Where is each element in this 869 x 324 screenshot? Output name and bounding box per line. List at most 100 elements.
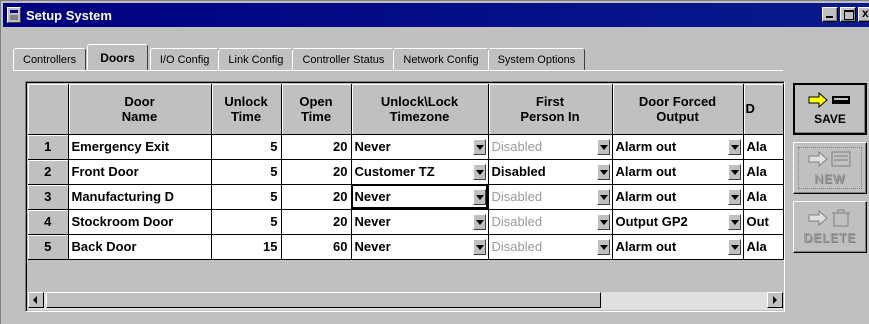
tab-controller-status[interactable]: Controller Status [292, 48, 395, 70]
column-header-timezone[interactable]: Unlock\Lock Timezone [351, 84, 489, 135]
column-header-truncated[interactable]: D [743, 84, 784, 135]
new-label: NEW [814, 172, 846, 187]
horizontal-scrollbar[interactable] [28, 292, 783, 310]
open-time-cell[interactable]: 60 [281, 234, 352, 260]
chevron-down-icon[interactable] [727, 188, 741, 205]
door-name-cell-text: Manufacturing D [71, 189, 175, 204]
delete-icon [808, 209, 852, 227]
tab-link-config[interactable]: Link Config [218, 48, 294, 70]
chevron-down-icon[interactable] [472, 138, 486, 155]
door-name-cell[interactable]: Manufacturing D [68, 184, 212, 210]
tab-doors[interactable]: Doors [87, 44, 148, 70]
timezone-dropdown[interactable]: Never [351, 209, 489, 235]
unlock-time-cell[interactable]: 5 [211, 159, 282, 185]
chevron-down-icon[interactable] [472, 163, 486, 180]
row-number-text: 3 [44, 189, 52, 204]
chevron-down-icon[interactable] [727, 163, 741, 180]
first-person-in-dropdown[interactable]: Disabled [488, 234, 613, 260]
timezone-dropdown[interactable]: Never [351, 234, 489, 260]
grid-empty-area [28, 262, 784, 290]
column-header-door-name[interactable]: Door Name [68, 84, 212, 135]
chevron-down-icon[interactable] [472, 188, 486, 205]
title-bar[interactable]: Setup System [3, 3, 869, 27]
open-time-cell-text: 60 [333, 239, 348, 254]
chevron-down-icon[interactable] [596, 138, 610, 155]
unlock-time-cell[interactable]: 5 [211, 184, 282, 210]
tab-system-options[interactable]: System Options [487, 48, 586, 70]
door-name-cell[interactable]: Emergency Exit [68, 134, 212, 160]
door-forced-output-dropdown[interactable]: Alarm out [612, 234, 744, 260]
door-forced-output-dropdown[interactable]: Alarm out [612, 184, 744, 210]
row-number[interactable]: 3 [28, 184, 69, 210]
table-row[interactable]: 4 Stockroom Door 5 20 Never Disabled Output GP… [28, 209, 784, 235]
chevron-down-icon[interactable] [727, 213, 741, 230]
row-number-text: 4 [44, 214, 52, 229]
unlock-time-cell[interactable]: 5 [211, 209, 282, 235]
scrollbar-thumb[interactable] [46, 292, 601, 308]
chevron-down-icon[interactable] [472, 213, 486, 230]
door-name-cell[interactable]: Stockroom Door [68, 209, 212, 235]
door-name-cell[interactable]: Back Door [68, 234, 212, 260]
timezone-dropdown[interactable]: Never [351, 184, 489, 210]
row-number[interactable]: 2 [28, 159, 69, 185]
corner-header[interactable] [28, 84, 69, 135]
tab-controllers[interactable]: Controllers [13, 48, 87, 70]
unlock-time-cell[interactable]: 5 [211, 134, 282, 160]
truncated-column-cell[interactable]: Ala [743, 234, 784, 260]
setup-system-window: Setup System Controllers Doors I/O Confi… [0, 0, 869, 324]
door-forced-output-dropdown[interactable]: Alarm out [612, 159, 744, 185]
chevron-down-icon[interactable] [596, 163, 610, 180]
scroll-left-icon[interactable] [28, 292, 44, 308]
delete-button[interactable]: DELETE [793, 201, 867, 253]
maximize-icon[interactable] [840, 7, 856, 22]
doors-grid[interactable]: Door Name Unlock Time Open Time Unlock\L… [25, 81, 785, 312]
new-button[interactable]: NEW [793, 142, 867, 194]
chevron-down-icon[interactable] [596, 238, 610, 255]
first-person-in-dropdown[interactable]: Disabled [488, 209, 613, 235]
truncated-column-cell[interactable]: Ala [743, 159, 784, 185]
truncated-column-cell[interactable]: Ala [743, 134, 784, 160]
window-title: Setup System [26, 7, 112, 23]
open-time-cell[interactable]: 20 [281, 159, 352, 185]
timezone-dropdown[interactable]: Never [351, 134, 489, 160]
first-person-in-dropdown-text: Disabled [491, 164, 546, 179]
door-name-cell[interactable]: Front Door [68, 159, 212, 185]
minimize-icon[interactable] [822, 7, 838, 22]
save-button[interactable]: SAVE [793, 83, 867, 135]
column-header-door-forced-output[interactable]: Door Forced Output [612, 84, 744, 135]
tab-network-config[interactable]: Network Config [393, 48, 489, 70]
chevron-down-icon[interactable] [596, 213, 610, 230]
scroll-right-icon[interactable] [767, 292, 783, 308]
row-number[interactable]: 4 [28, 209, 69, 235]
door-name-cell-text: Back Door [71, 239, 137, 254]
unlock-time-cell[interactable]: 15 [211, 234, 282, 260]
table-row[interactable]: 3 Manufacturing D 5 20 Never Disabled Alarm ou… [28, 184, 784, 210]
chevron-down-icon[interactable] [472, 238, 486, 255]
column-header-first-person-in[interactable]: First Person In [488, 84, 613, 135]
truncated-column-cell[interactable]: Out [743, 209, 784, 235]
first-person-in-dropdown[interactable]: Disabled [488, 159, 613, 185]
truncated-column-cell-text: Out [746, 214, 769, 229]
table-row[interactable]: 2 Front Door 5 20 Customer TZ Disabled Alarm o… [28, 159, 784, 185]
column-header-unlock-time[interactable]: Unlock Time [211, 84, 282, 135]
row-number[interactable]: 5 [28, 234, 69, 260]
open-time-cell[interactable]: 20 [281, 134, 352, 160]
close-icon[interactable] [858, 6, 869, 22]
first-person-in-dropdown[interactable]: Disabled [488, 134, 613, 160]
open-time-cell[interactable]: 20 [281, 184, 352, 210]
table-row[interactable]: 5 Back Door 15 60 Never Disabled Alarm out Ala [28, 234, 784, 260]
first-person-in-dropdown[interactable]: Disabled [488, 184, 613, 210]
chevron-down-icon[interactable] [596, 188, 610, 205]
table-row[interactable]: 1 Emergency Exit 5 20 Never Disabled Alarm out… [28, 134, 784, 160]
chevron-down-icon[interactable] [727, 238, 741, 255]
unlock-time-cell-text: 15 [263, 239, 278, 254]
row-number[interactable]: 1 [28, 134, 69, 160]
column-header-open-time[interactable]: Open Time [281, 84, 352, 135]
truncated-column-cell[interactable]: Ala [743, 184, 784, 210]
tab-io-config[interactable]: I/O Config [149, 48, 220, 70]
door-forced-output-dropdown[interactable]: Alarm out [612, 134, 744, 160]
timezone-dropdown[interactable]: Customer TZ [351, 159, 489, 185]
door-forced-output-dropdown[interactable]: Output GP2 [612, 209, 744, 235]
open-time-cell[interactable]: 20 [281, 209, 352, 235]
chevron-down-icon[interactable] [727, 138, 741, 155]
